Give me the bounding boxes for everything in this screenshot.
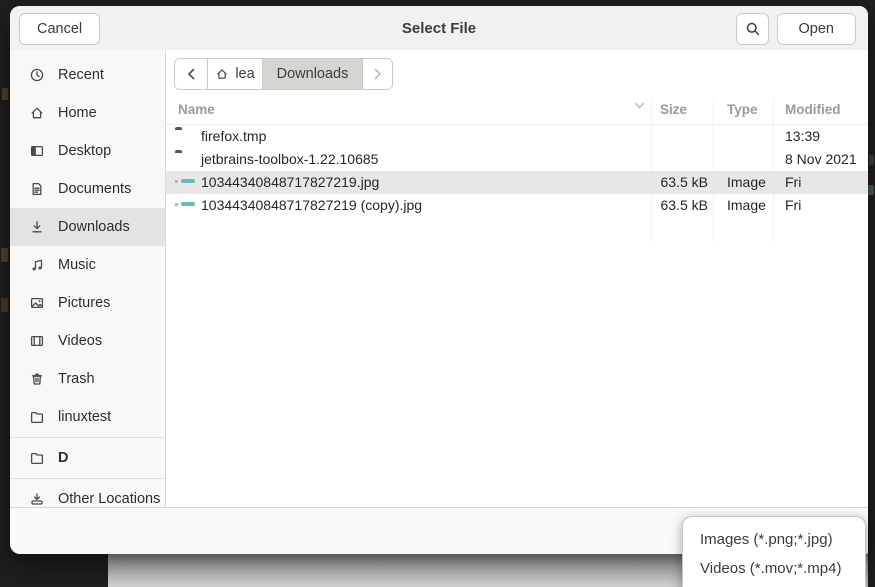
clock-icon: [29, 67, 45, 83]
music-note-icon: [29, 257, 45, 273]
sidebar-item-label: Pictures: [58, 295, 110, 311]
file-modified: 8 Nov 2021: [785, 151, 857, 167]
screen: Cancel Select File Open Rec: [0, 0, 875, 587]
places-sidebar: Recent Home Desktop: [10, 50, 166, 507]
forward-button[interactable]: [363, 59, 392, 89]
table-row[interactable]: 10344340848717827219 (copy).jpg 63.5 kB …: [166, 194, 868, 217]
document-icon: [29, 181, 45, 197]
backdrop-fragment: [1, 298, 8, 312]
search-icon: [745, 21, 761, 37]
sort-chevron-down-icon[interactable]: [634, 102, 645, 109]
file-name: 10344340848717827219.jpg: [201, 174, 379, 190]
file-type: Image: [727, 174, 766, 190]
sidebar-item-recent[interactable]: Recent: [10, 56, 165, 94]
path-segment-label: Downloads: [277, 66, 349, 82]
open-button[interactable]: Open: [777, 13, 856, 45]
dialog-headerbar: Cancel Select File Open: [10, 6, 868, 51]
sidebar-item-label: Other Locations: [58, 491, 160, 507]
sidebar-item-label: Recent: [58, 67, 104, 83]
file-size: 63.5 kB: [596, 174, 708, 190]
path-bar: lea Downloads: [174, 58, 393, 90]
sidebar-item-trash[interactable]: Trash: [10, 360, 165, 398]
path-segment-home[interactable]: lea: [208, 59, 263, 89]
list-column-headers: Name Size Type Modified: [166, 98, 868, 125]
home-icon: [29, 105, 45, 121]
table-row-selected[interactable]: 10344340848717827219.jpg 63.5 kB Image F…: [166, 171, 868, 194]
file-size: 63.5 kB: [596, 197, 708, 213]
drive-icon: [29, 491, 45, 507]
file-name: 10344340848717827219 (copy).jpg: [201, 197, 422, 213]
folder-icon: [29, 450, 45, 466]
file-name: jetbrains-toolbox-1.22.10685: [201, 151, 378, 167]
chevron-right-icon: [372, 68, 383, 80]
path-segment-downloads[interactable]: Downloads: [263, 59, 363, 89]
sidebar-item-label: Trash: [58, 371, 95, 387]
sidebar-item-desktop[interactable]: Desktop: [10, 132, 165, 170]
sidebar-item-music[interactable]: Music: [10, 246, 165, 284]
backdrop-fragment: [869, 155, 874, 165]
film-icon: [29, 333, 45, 349]
sidebar-item-label: Desktop: [58, 143, 111, 159]
sidebar-item-other-locations[interactable]: Other Locations: [10, 480, 165, 507]
table-row[interactable]: firefox.tmp 13:39: [166, 125, 868, 148]
search-button[interactable]: [736, 13, 769, 45]
file-type: Image: [727, 197, 766, 213]
download-icon: [29, 219, 45, 235]
sidebar-item-label: Documents: [58, 181, 131, 197]
backdrop-fragment: [1, 248, 8, 262]
sidebar-separator: [10, 478, 165, 479]
file-modified: 13:39: [785, 128, 820, 144]
file-list: firefox.tmp 13:39 jetbrains-toolbox-1.22…: [166, 125, 868, 217]
back-button[interactable]: [175, 59, 208, 89]
sidebar-separator: [10, 437, 165, 438]
file-chooser-dialog: Cancel Select File Open Rec: [10, 6, 868, 553]
backdrop-fragment: [2, 88, 8, 100]
sidebar-item-label: Home: [58, 105, 97, 121]
desktop-icon: [29, 143, 45, 159]
filter-option-images[interactable]: Images (*.png;*.jpg): [683, 525, 865, 554]
table-row[interactable]: jetbrains-toolbox-1.22.10685 8 Nov 2021: [166, 148, 868, 171]
backdrop-fragment: [868, 185, 874, 195]
sidebar-item-downloads[interactable]: Downloads: [10, 208, 165, 246]
file-browser-pane: lea Downloads Name: [166, 50, 868, 507]
sidebar-item-home[interactable]: Home: [10, 94, 165, 132]
path-segment-label: lea: [235, 66, 254, 82]
file-name: firefox.tmp: [201, 128, 266, 144]
trash-icon: [29, 371, 45, 387]
filter-option-videos[interactable]: Videos (*.mov;*.mp4): [683, 554, 865, 583]
sidebar-item-pictures[interactable]: Pictures: [10, 284, 165, 322]
picture-icon: [29, 295, 45, 311]
sidebar-item-label: Music: [58, 257, 96, 273]
folder-icon: [29, 409, 45, 425]
file-modified: Fri: [785, 174, 801, 190]
column-header-modified[interactable]: Modified: [785, 102, 841, 117]
sidebar-item-d-bookmark[interactable]: D: [10, 439, 165, 477]
sidebar-item-videos[interactable]: Videos: [10, 322, 165, 360]
sidebar-item-documents[interactable]: Documents: [10, 170, 165, 208]
sidebar-item-linuxtest[interactable]: linuxtest: [10, 398, 165, 436]
column-header-size[interactable]: Size: [660, 102, 687, 117]
sidebar-item-label: Videos: [58, 333, 102, 349]
chevron-left-icon: [186, 68, 197, 80]
file-filter-menu: Images (*.png;*.jpg) Videos (*.mov;*.mp4…: [682, 516, 866, 587]
column-header-name[interactable]: Name: [178, 102, 215, 117]
column-header-type[interactable]: Type: [727, 102, 758, 117]
home-icon: [215, 67, 229, 81]
sidebar-item-label: D: [58, 450, 68, 466]
sidebar-item-label: linuxtest: [58, 409, 111, 425]
file-modified: Fri: [785, 197, 801, 213]
sidebar-item-label: Downloads: [58, 219, 130, 235]
